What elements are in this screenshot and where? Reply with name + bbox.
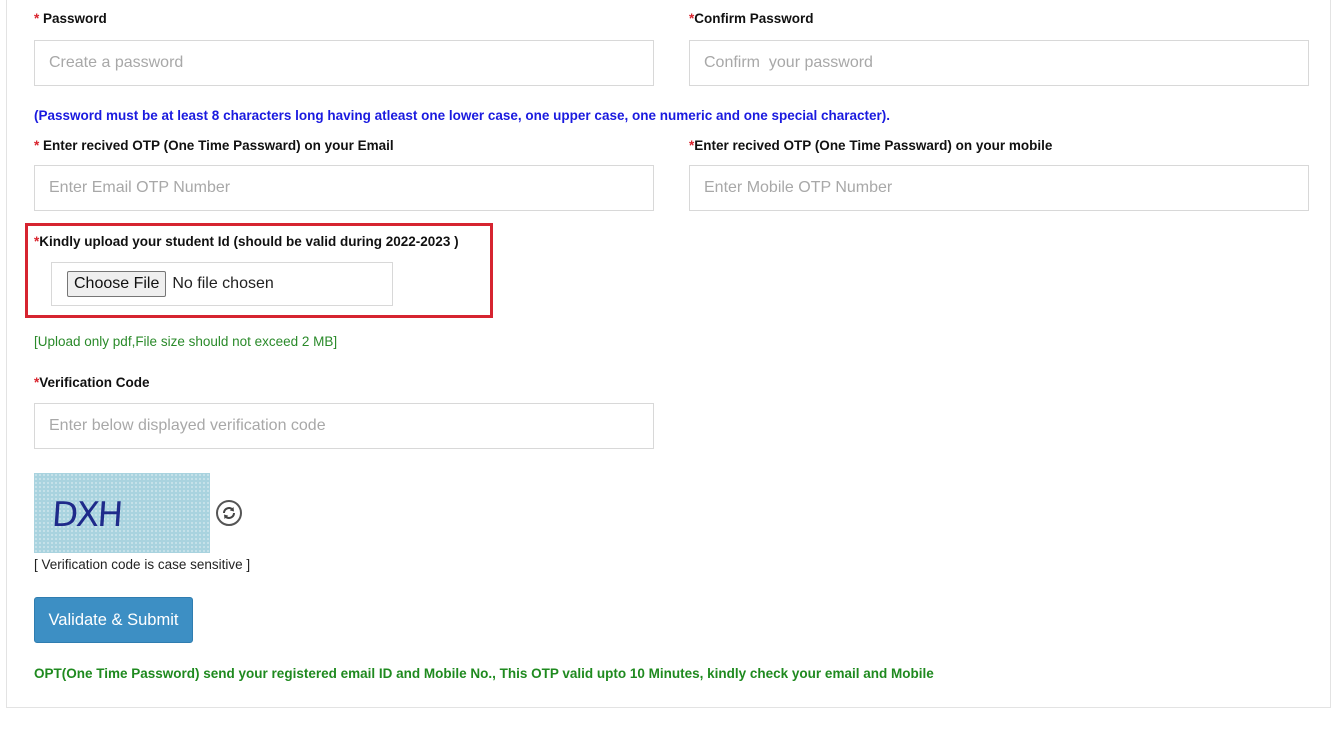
- captcha-text: DXH: [50, 495, 123, 535]
- confirm-password-input[interactable]: [689, 40, 1309, 86]
- file-status-text: No file chosen: [172, 275, 274, 292]
- email-otp-label: * Enter recived OTP (One Time Passward) …: [34, 138, 394, 153]
- file-input[interactable]: Choose File No file chosen: [51, 262, 393, 306]
- choose-file-button[interactable]: Choose File: [67, 271, 167, 297]
- mobile-otp-input[interactable]: [689, 165, 1309, 211]
- upload-note: [Upload only pdf,File size should not ex…: [34, 334, 338, 349]
- captcha-image: DXH: [34, 473, 210, 553]
- case-sensitive-note: [ Verification code is case sensitive ]: [34, 557, 251, 572]
- form-panel: [6, 0, 1331, 708]
- refresh-glyph: [223, 507, 235, 519]
- refresh-icon[interactable]: [216, 500, 242, 526]
- verification-code-input[interactable]: [34, 403, 654, 449]
- otp-info-note: OPT(One Time Password) send your registe…: [34, 666, 934, 681]
- mobile-otp-label: *Enter recived OTP (One Time Passward) o…: [689, 138, 1053, 153]
- student-id-upload-label: *Kindly upload your student Id (should b…: [34, 234, 459, 249]
- password-input[interactable]: [34, 40, 654, 86]
- password-rule-note: (Password must be at least 8 characters …: [34, 108, 891, 123]
- confirm-password-label: *Confirm Password: [689, 11, 814, 26]
- email-otp-input[interactable]: [34, 165, 654, 211]
- verification-code-label: *Verification Code: [34, 375, 150, 390]
- password-label: * Password: [34, 11, 107, 26]
- validate-submit-button[interactable]: Validate & Submit: [34, 597, 193, 643]
